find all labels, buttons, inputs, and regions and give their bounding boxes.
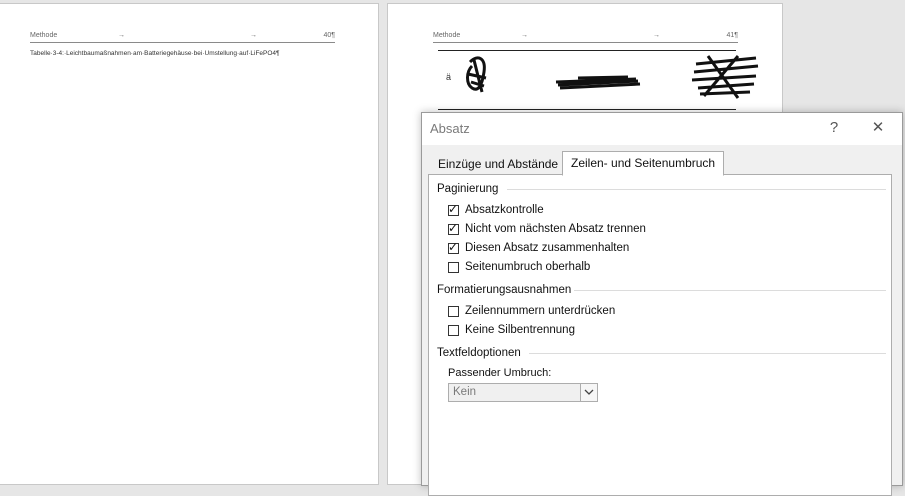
- header-page-number: 41¶: [726, 32, 738, 39]
- tab-panel: Paginierung ✓ Absatzkontrolle ✓ Nicht vo…: [428, 174, 892, 496]
- checkbox-label: Absatzkontrolle: [465, 204, 544, 216]
- page-break-before-checkbox[interactable]: Seitenumbruch oberhalb: [448, 259, 590, 275]
- checkbox-label: Diesen Absatz zusammenhalten: [465, 242, 630, 254]
- tight-wrap-label: Passender Umbruch:: [448, 367, 552, 379]
- table-bottom-border: [438, 109, 736, 110]
- header-page-number: 40¶: [323, 32, 335, 39]
- tab-line-page-breaks[interactable]: Zeilen- und Seitenumbruch: [562, 151, 725, 176]
- dropdown-button[interactable]: [580, 384, 597, 401]
- section-divider: [529, 353, 886, 354]
- checkbox-box: ✓: [448, 220, 459, 235]
- checkbox-box: [448, 305, 459, 317]
- svg-text:ä: ä: [446, 72, 451, 82]
- document-page-40: Methode → → 40¶ Tabelle·3-4:·Leichtbauma…: [0, 4, 378, 484]
- checkmark-icon: ✓: [448, 220, 459, 235]
- paragraph-dialog: Absatz ? ✕ Einzüge und Abstände Zeilen- …: [421, 112, 903, 496]
- checkmark-icon: ✓: [448, 201, 459, 216]
- section-title-textbox: Textfeldoptionen: [437, 347, 521, 359]
- dialog-titlebar[interactable]: Absatz ? ✕: [422, 113, 902, 145]
- table-caption[interactable]: Tabelle·3-4:·Leichtbaumaßnahmen·am·Batte…: [30, 50, 280, 57]
- checkbox-box: ✓: [448, 201, 459, 216]
- header-tab-arrow: →: [521, 32, 528, 39]
- header-left: Methode: [433, 32, 461, 39]
- header-tab-arrow: →: [653, 32, 660, 39]
- section-title-formatting: Formatierungsausnahmen: [437, 284, 572, 296]
- checkbox-box: [448, 324, 459, 336]
- header-tab-arrow: →: [118, 32, 125, 39]
- widow-control-checkbox[interactable]: ✓ Absatzkontrolle: [448, 202, 544, 218]
- checkmark-icon: ✓: [448, 239, 459, 254]
- suppress-line-numbers-checkbox[interactable]: Zeilennummern unterdrücken: [448, 303, 615, 319]
- dialog-title: Absatz: [430, 121, 470, 136]
- checkbox-label: Keine Silbentrennung: [465, 324, 575, 336]
- checkbox-box: ✓: [448, 239, 459, 254]
- chevron-down-icon: [584, 389, 594, 395]
- checkbox-label: Zeilennummern unterdrücken: [465, 305, 616, 317]
- keep-lines-together-checkbox[interactable]: ✓ Diesen Absatz zusammenhalten: [448, 240, 629, 256]
- header-tab-arrow: →: [250, 32, 257, 39]
- redacted-table-content: ä: [446, 55, 759, 99]
- checkbox-label: Nicht vom nächsten Absatz trennen: [465, 223, 646, 235]
- checkbox-box: [448, 261, 459, 273]
- tight-wrap-value: Kein: [453, 386, 477, 398]
- tab-indents-spacing[interactable]: Einzüge und Abstände: [430, 153, 567, 175]
- table-top-border: [438, 50, 736, 51]
- section-title-pagination: Paginierung: [437, 183, 499, 195]
- keep-with-next-checkbox[interactable]: ✓ Nicht vom nächsten Absatz trennen: [448, 221, 646, 237]
- header-left: Methode: [30, 32, 58, 39]
- dont-hyphenate-checkbox[interactable]: Keine Silbentrennung: [448, 322, 575, 338]
- close-button[interactable]: ✕: [863, 117, 893, 139]
- section-divider: [507, 189, 886, 190]
- page-header: Methode → → 41¶: [433, 32, 738, 43]
- page-header: Methode → → 40¶: [30, 32, 335, 43]
- checkbox-label: Seitenumbruch oberhalb: [465, 261, 591, 273]
- help-button[interactable]: ?: [819, 117, 849, 139]
- section-divider: [574, 290, 886, 291]
- tight-wrap-select[interactable]: Kein: [448, 383, 598, 402]
